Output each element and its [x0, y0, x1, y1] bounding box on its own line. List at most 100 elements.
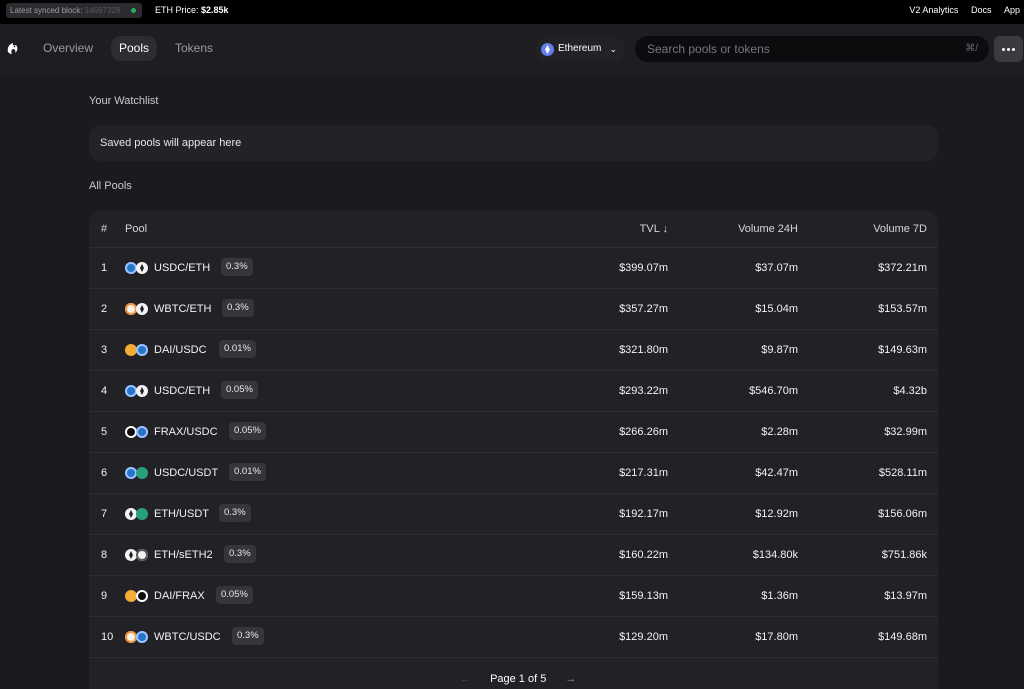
pool-pair: WBTC/USDC	[154, 631, 221, 643]
latest-block-number: 14697328	[84, 6, 121, 15]
row-index: 6	[101, 467, 108, 479]
pool-volume-7d: $32.99m	[884, 426, 927, 438]
pool-pair: USDC/ETH	[154, 385, 211, 397]
pool-tvl: $159.13m	[619, 590, 668, 602]
pool-tvl: $192.17m	[619, 508, 668, 520]
fee-tier-badge: 0.05%	[216, 586, 253, 604]
table-row[interactable]: 9 DAI/FRAX 0.05% $159.13m $1.36m $13.97m	[89, 576, 938, 617]
row-index: 1	[101, 262, 108, 274]
link-app[interactable]: App	[1004, 5, 1020, 15]
dot-icon	[1012, 48, 1015, 51]
pool-volume-24h: $1.36m	[761, 590, 798, 602]
tab-pools[interactable]: Pools	[111, 36, 158, 61]
pool-tvl: $129.20m	[619, 631, 668, 643]
pool-volume-7d: $156.06m	[878, 508, 927, 520]
search-shortcut: ⌘/	[965, 43, 978, 54]
pool-volume-7d: $153.57m	[878, 303, 927, 315]
chevron-down-icon: ⌄	[609, 44, 617, 54]
pool-tvl: $217.31m	[619, 467, 668, 479]
token-pair-icons	[125, 344, 149, 356]
network-selector[interactable]: Ethereum ⌄	[535, 37, 625, 61]
usdt-token-icon	[136, 467, 148, 479]
pool-tvl: $321.80m	[619, 344, 668, 356]
token-pair-icons	[125, 631, 149, 643]
row-index: 4	[101, 385, 108, 397]
uniswap-logo-icon[interactable]	[5, 40, 21, 56]
table-row[interactable]: 2 WBTC/ETH 0.3% $357.27m $15.04m $153.57m	[89, 289, 938, 330]
pool-volume-24h: $42.47m	[755, 467, 798, 479]
usdc-token-icon	[136, 426, 148, 438]
row-index: 7	[101, 508, 108, 520]
pool-tvl: $357.27m	[619, 303, 668, 315]
watchlist-empty-state: Saved pools will appear here	[89, 125, 938, 161]
eth-price-label: ETH Price:	[155, 5, 199, 15]
eth-token-icon	[136, 303, 148, 315]
row-index: 8	[101, 549, 108, 561]
top-links: V2 Analytics Docs App	[899, 5, 1020, 15]
table-row[interactable]: 6 USDC/USDT 0.01% $217.31m $42.47m $528.11m	[89, 453, 938, 494]
latest-block-indicator: Latest synced block: 14697328	[6, 3, 142, 18]
pool-volume-24h: $134.80k	[752, 549, 798, 561]
token-pair-icons	[125, 549, 149, 561]
pool-pair: DAI/USDC	[154, 344, 207, 356]
seth2-token-icon	[136, 549, 148, 561]
link-v2-analytics[interactable]: V2 Analytics	[909, 5, 958, 15]
link-docs[interactable]: Docs	[971, 5, 992, 15]
pool-volume-24h: $2.28m	[761, 426, 798, 438]
table-header: # Pool TVL ↓ Volume 24H Volume 7D	[89, 210, 938, 248]
pool-pair: ETH/sETH2	[154, 549, 213, 561]
pool-volume-7d: $4.32b	[893, 385, 927, 397]
frax-token-icon	[136, 590, 148, 602]
token-pair-icons	[125, 508, 149, 520]
table-row[interactable]: 1 USDC/ETH 0.3% $399.07m $37.07m $372.21m	[89, 248, 938, 289]
fee-tier-badge: 0.3%	[222, 299, 254, 317]
tab-tokens[interactable]: Tokens	[167, 36, 221, 61]
fee-tier-badge: 0.3%	[219, 504, 251, 522]
col-volume-24h[interactable]: Volume 24H	[738, 223, 798, 235]
row-index: 9	[101, 590, 108, 602]
pool-volume-24h: $17.80m	[755, 631, 798, 643]
table-row[interactable]: 7 ETH/USDT 0.3% $192.17m $12.92m $156.06m	[89, 494, 938, 535]
usdt-token-icon	[136, 508, 148, 520]
col-pool: Pool	[125, 223, 148, 235]
token-pair-icons	[125, 385, 149, 397]
row-index: 10	[101, 631, 114, 643]
col-index: #	[101, 223, 108, 235]
search-bar[interactable]: ⌘/	[635, 36, 989, 62]
fee-tier-badge: 0.3%	[232, 627, 264, 645]
col-tvl-sort[interactable]: TVL ↓	[640, 223, 668, 235]
network-label: Ethereum	[558, 43, 602, 54]
pool-tvl: $293.22m	[619, 385, 668, 397]
more-options-button[interactable]	[994, 36, 1023, 62]
page-indicator: Page 1 of 5	[490, 673, 547, 685]
table-row[interactable]: 3 DAI/USDC 0.01% $321.80m $9.87m $149.63m	[89, 330, 938, 371]
prev-page-arrow-icon[interactable]: ←	[460, 673, 471, 685]
pool-volume-24h: $15.04m	[755, 303, 798, 315]
pool-volume-7d: $13.97m	[884, 590, 927, 602]
eth-price: ETH Price: $2.85k	[155, 5, 229, 15]
pool-tvl: $399.07m	[619, 262, 668, 274]
row-index: 2	[101, 303, 108, 315]
eth-price-value: $2.85k	[201, 5, 229, 15]
status-bar: Latest synced block: 14697328 ETH Price:…	[0, 0, 1024, 24]
table-row[interactable]: 10 WBTC/USDC 0.3% $129.20m $17.80m $149.68m	[89, 617, 938, 658]
table-row[interactable]: 5 FRAX/USDC 0.05% $266.26m $2.28m $32.99m	[89, 412, 938, 453]
next-page-arrow-icon[interactable]: →	[565, 673, 576, 685]
pool-pair: USDC/USDT	[154, 467, 219, 479]
col-volume-7d[interactable]: Volume 7D	[873, 223, 927, 235]
pagination: ← Page 1 of 5 →	[460, 673, 576, 685]
eth-token-icon	[136, 385, 148, 397]
watchlist-title: Your Watchlist	[89, 95, 159, 107]
sync-status-dot	[131, 8, 136, 13]
pools-table: # Pool TVL ↓ Volume 24H Volume 7D 1 USDC/…	[89, 210, 938, 689]
dot-icon	[1007, 48, 1010, 51]
fee-tier-badge: 0.3%	[221, 258, 253, 276]
fee-tier-badge: 0.05%	[229, 422, 266, 440]
dot-icon	[1002, 48, 1005, 51]
table-row[interactable]: 4 USDC/ETH 0.05% $293.22m $546.70m $4.32b	[89, 371, 938, 412]
search-input[interactable]	[647, 36, 947, 62]
tab-overview[interactable]: Overview	[35, 36, 101, 61]
fee-tier-badge: 0.3%	[224, 545, 256, 563]
pool-tvl: $266.26m	[619, 426, 668, 438]
table-row[interactable]: 8 ETH/sETH2 0.3% $160.22m $134.80k $751.86k	[89, 535, 938, 576]
